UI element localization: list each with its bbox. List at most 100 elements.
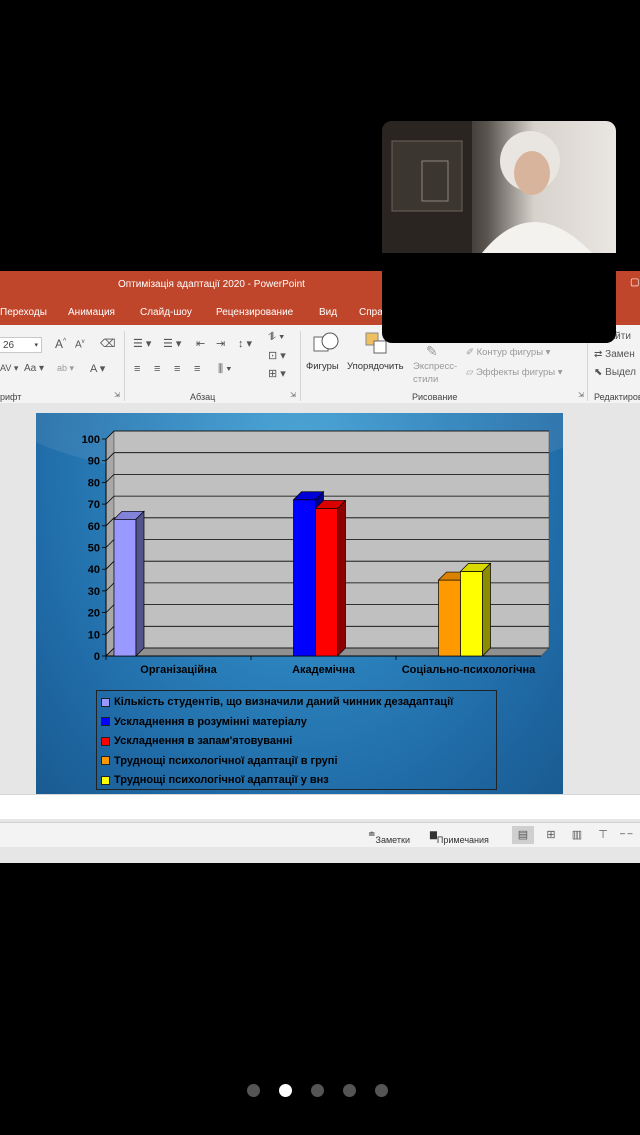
char-spacing-icon[interactable]: AV ▾ [0, 363, 18, 374]
y-tick-label: 10 [88, 629, 100, 641]
window-restore-icon[interactable]: ▢ [630, 277, 639, 288]
status-bar: ≐ Заметки ▆ Примечания ▤ ⊞ ▥ ⊤ – – [0, 822, 640, 847]
tab-help[interactable]: Спра [359, 307, 383, 318]
y-tick-label: 70 [88, 499, 100, 511]
notes-label: Заметки [375, 835, 410, 845]
slide-canvas-area: 0 10 20 30 40 50 60 70 80 90 100 Організаційна Акаде… [0, 403, 640, 818]
line-spacing-icon[interactable]: ↕ ▾ [238, 337, 252, 350]
y-tick-label: 60 [88, 521, 100, 533]
video-call-tile[interactable] [382, 121, 616, 343]
shapes-label: Фигуры [306, 361, 339, 372]
y-tick-label: 20 [88, 608, 100, 620]
shape-outline-button[interactable]: ✐ Контур фигуры ▾ [466, 347, 550, 358]
align-center-icon[interactable]: ≡ [154, 363, 160, 375]
shapes-button[interactable]: Фигуры [306, 331, 344, 381]
replace-label: Замен [605, 349, 635, 360]
legend-item: Труднощі психологічної адаптації в групі [101, 753, 338, 769]
group-drawing-label: Рисование [412, 392, 458, 402]
y-tick-label: 30 [88, 586, 100, 598]
slide-sorter-view-icon[interactable]: ⊞ [540, 826, 562, 844]
y-tick-label: 40 [88, 564, 100, 576]
font-dialog-launcher-icon[interactable]: ⇲ [114, 391, 120, 399]
legend-label: Кількість студентів, що визначили даний … [114, 696, 454, 708]
legend-item: Труднощі психологічної адаптації у внз [101, 772, 329, 788]
align-right-icon[interactable]: ≡ [174, 363, 180, 375]
tab-view[interactable]: Вид [319, 307, 337, 318]
notes-strip[interactable] [0, 794, 640, 819]
legend-swatch [101, 736, 110, 746]
page-dot[interactable] [311, 1084, 324, 1097]
highlight-icon[interactable]: ab ▾ [57, 363, 74, 374]
page-dot[interactable] [343, 1084, 356, 1097]
bullets-icon[interactable]: ☰ ▾ [133, 337, 151, 350]
legend-label: Ускладнення в розумінні матеріалу [114, 715, 307, 728]
shape-outline-label: Контур фигуры [476, 347, 544, 358]
numbering-icon[interactable]: ☰ ▾ [163, 337, 181, 350]
justify-icon[interactable]: ≡ [194, 363, 200, 375]
participant-video [382, 121, 616, 253]
change-case-icon[interactable]: Aa ▾ [24, 363, 44, 374]
tab-transitions[interactable]: Переходы [0, 307, 47, 318]
bar [315, 508, 338, 657]
reading-view-icon[interactable]: ▥ [566, 826, 588, 844]
slide[interactable]: 0 10 20 30 40 50 60 70 80 90 100 Організаційна Акаде… [36, 413, 563, 804]
smartart-icon[interactable]: ⊞ ▾ [268, 367, 286, 380]
text-direction-icon[interactable]: ⥮ ▾ [268, 331, 284, 344]
legend-label: Труднощі психологічної адаптації в групі [114, 754, 338, 767]
bar-side [135, 510, 145, 657]
legend-swatch [101, 717, 110, 726]
bar [438, 579, 461, 657]
tab-animation[interactable]: Анимация [68, 307, 115, 318]
powerpoint-window: Оптимізація адаптації 2020 - PowerPoint … [0, 271, 640, 863]
legend-label: Ускладнення в запам'ятовуванні [114, 735, 293, 747]
drawing-dialog-launcher-icon[interactable]: ⇲ [578, 391, 584, 399]
bar-chart: 0 10 20 30 40 50 60 70 80 90 100 Організаційна Акаде… [82, 430, 550, 676]
bar [460, 571, 483, 657]
comments-button[interactable]: ▆ Примечания [430, 829, 489, 845]
page-dot[interactable] [247, 1084, 260, 1097]
decrease-indent-icon[interactable]: ⇤ [196, 337, 205, 350]
shape-effects-label: Эффекты фигуры [475, 367, 556, 378]
page-dot[interactable] [375, 1084, 388, 1097]
align-text-icon[interactable]: ⊡ ▾ [268, 349, 286, 362]
paragraph-dialog-launcher-icon[interactable]: ⇲ [290, 391, 296, 399]
quick-styles-label: Экспресс-стили [413, 361, 458, 385]
zoom-out-icon[interactable]: – – [620, 828, 633, 838]
align-left-icon[interactable]: ≡ [134, 363, 140, 375]
replace-button[interactable]: ⇄ Замен [594, 349, 635, 360]
y-tick-label: 0 [94, 651, 100, 663]
tab-review[interactable]: Рецензирование [216, 307, 293, 318]
chart-legend: Кількість студентів, що визначили даний … [96, 690, 497, 790]
arrange-label: Упорядочить [347, 361, 404, 372]
clear-format-icon[interactable]: ⌫ [100, 337, 116, 350]
normal-view-icon[interactable]: ▤ [512, 826, 534, 844]
shape-effects-button[interactable]: ▱ Эффекты фигуры ▾ [466, 367, 563, 378]
legend-label: Труднощі психологічної адаптації у внз [114, 774, 329, 786]
group-separator [300, 331, 301, 401]
y-tick-label: 100 [82, 434, 100, 446]
bar [113, 518, 137, 657]
legend-swatch [101, 756, 110, 765]
page-dot[interactable] [279, 1084, 292, 1097]
bar [293, 499, 316, 657]
legend-item: Кількість студентів, що визначили даний … [101, 694, 453, 710]
select-label: Выдел [605, 367, 636, 378]
tab-slideshow[interactable]: Слайд-шоу [140, 307, 192, 318]
font-color-icon[interactable]: A ▾ [90, 362, 105, 375]
font-size-field[interactable]: 26 ▾ [0, 337, 42, 353]
legend-swatch [101, 775, 110, 785]
font-size-value: 26 [3, 340, 15, 351]
participant-video-frame [382, 121, 592, 253]
page-indicator [0, 1082, 640, 1100]
group-paragraph-label: Абзац [190, 392, 216, 402]
bar-side [337, 499, 346, 657]
shrink-font-icon[interactable]: Av [75, 339, 85, 350]
legend-item: Ускладнення в розумінні матеріалу [101, 714, 307, 730]
grow-font-icon[interactable]: A^ [55, 337, 66, 351]
shapes-icon [313, 332, 339, 352]
select-button[interactable]: ⬉ Выдел [594, 367, 636, 378]
slideshow-view-icon[interactable]: ⊤ [592, 826, 614, 844]
notes-button[interactable]: ≐ Заметки [368, 829, 410, 845]
increase-indent-icon[interactable]: ⇥ [216, 337, 225, 350]
columns-icon[interactable]: ⫼ ▾ [218, 363, 231, 376]
